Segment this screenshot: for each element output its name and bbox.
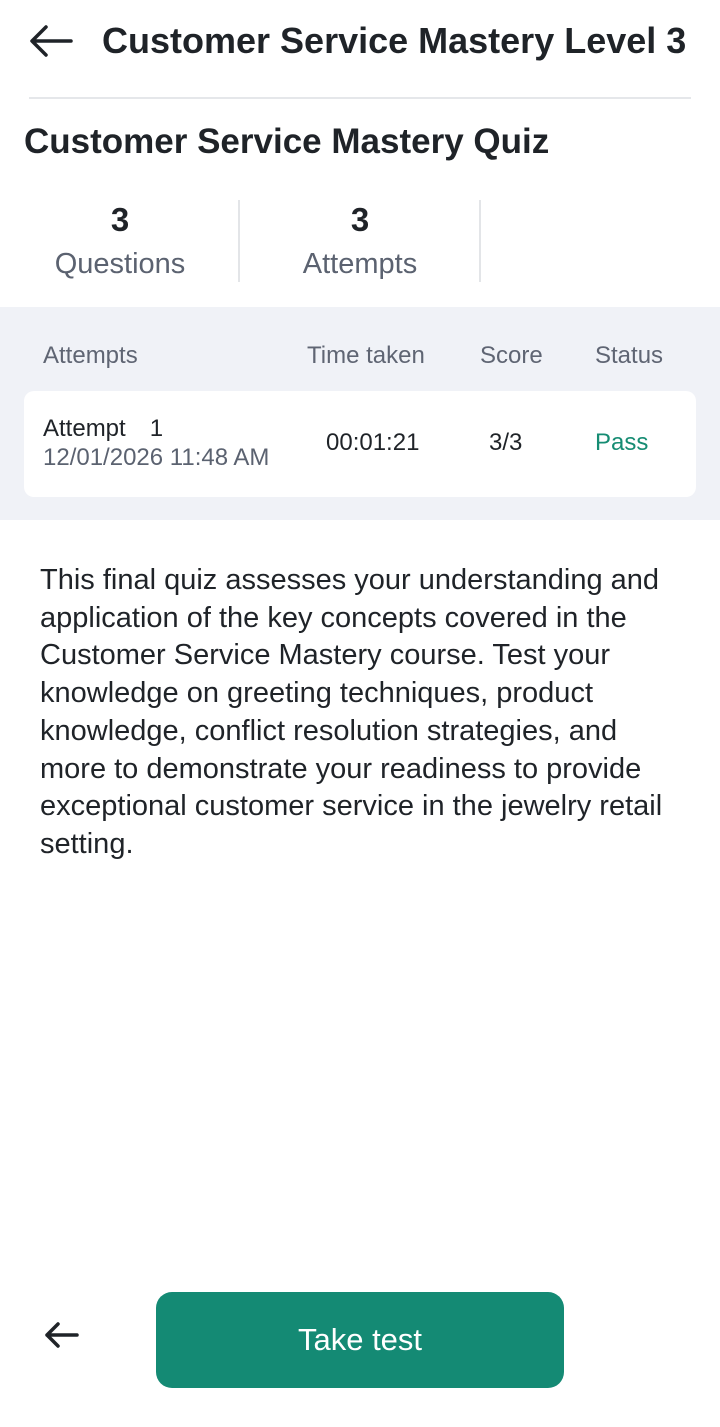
- quiz-description: This final quiz assesses your understand…: [40, 564, 663, 860]
- quiz-detail-screen: Customer Service Mastery Level 3 Custome…: [0, 0, 720, 1427]
- attempt-label-text: Attempt: [43, 415, 126, 442]
- attempt-score: 3/3: [489, 429, 523, 456]
- page-title: Customer Service Mastery Level 3: [102, 20, 687, 61]
- attempts-panel: Attempts Time taken Score Status Attempt…: [0, 307, 720, 520]
- column-header-status: Status: [595, 342, 664, 369]
- arrow-left-icon: [45, 1322, 79, 1348]
- column-header-attempts: Attempts: [43, 342, 138, 369]
- take-test-button[interactable]: Take test: [156, 1292, 564, 1388]
- column-header-score: Score: [480, 342, 543, 369]
- header-divider: [29, 97, 691, 99]
- attempt-time-taken: 00:01:21: [326, 429, 420, 456]
- stat-divider: [479, 200, 481, 282]
- questions-stat: 3 Questions: [0, 196, 240, 286]
- column-header-time-taken: Time taken: [307, 342, 425, 369]
- footer-back-button[interactable]: [38, 1312, 84, 1358]
- attempts-label: Attempts: [302, 248, 418, 280]
- attempt-status: Pass: [595, 429, 649, 456]
- attempt-datetime: 12/01/2026 11:48 AM: [43, 444, 270, 471]
- back-button[interactable]: [28, 18, 74, 64]
- quiz-title: Customer Service Mastery Quiz: [24, 122, 550, 161]
- attempt-number: 1: [149, 415, 164, 442]
- attempts-stat: 3 Attempts: [240, 196, 480, 286]
- arrow-left-icon: [30, 25, 73, 57]
- questions-count: 3: [110, 201, 130, 238]
- attempt-label: Attempt 1: [43, 414, 163, 444]
- questions-label: Questions: [54, 248, 186, 280]
- app-header: Customer Service Mastery Level 3: [0, 0, 720, 99]
- attempt-row[interactable]: Attempt 1 12/01/2026 11:48 AM 00:01:21 3/…: [24, 391, 696, 497]
- attempts-count: 3: [350, 201, 370, 238]
